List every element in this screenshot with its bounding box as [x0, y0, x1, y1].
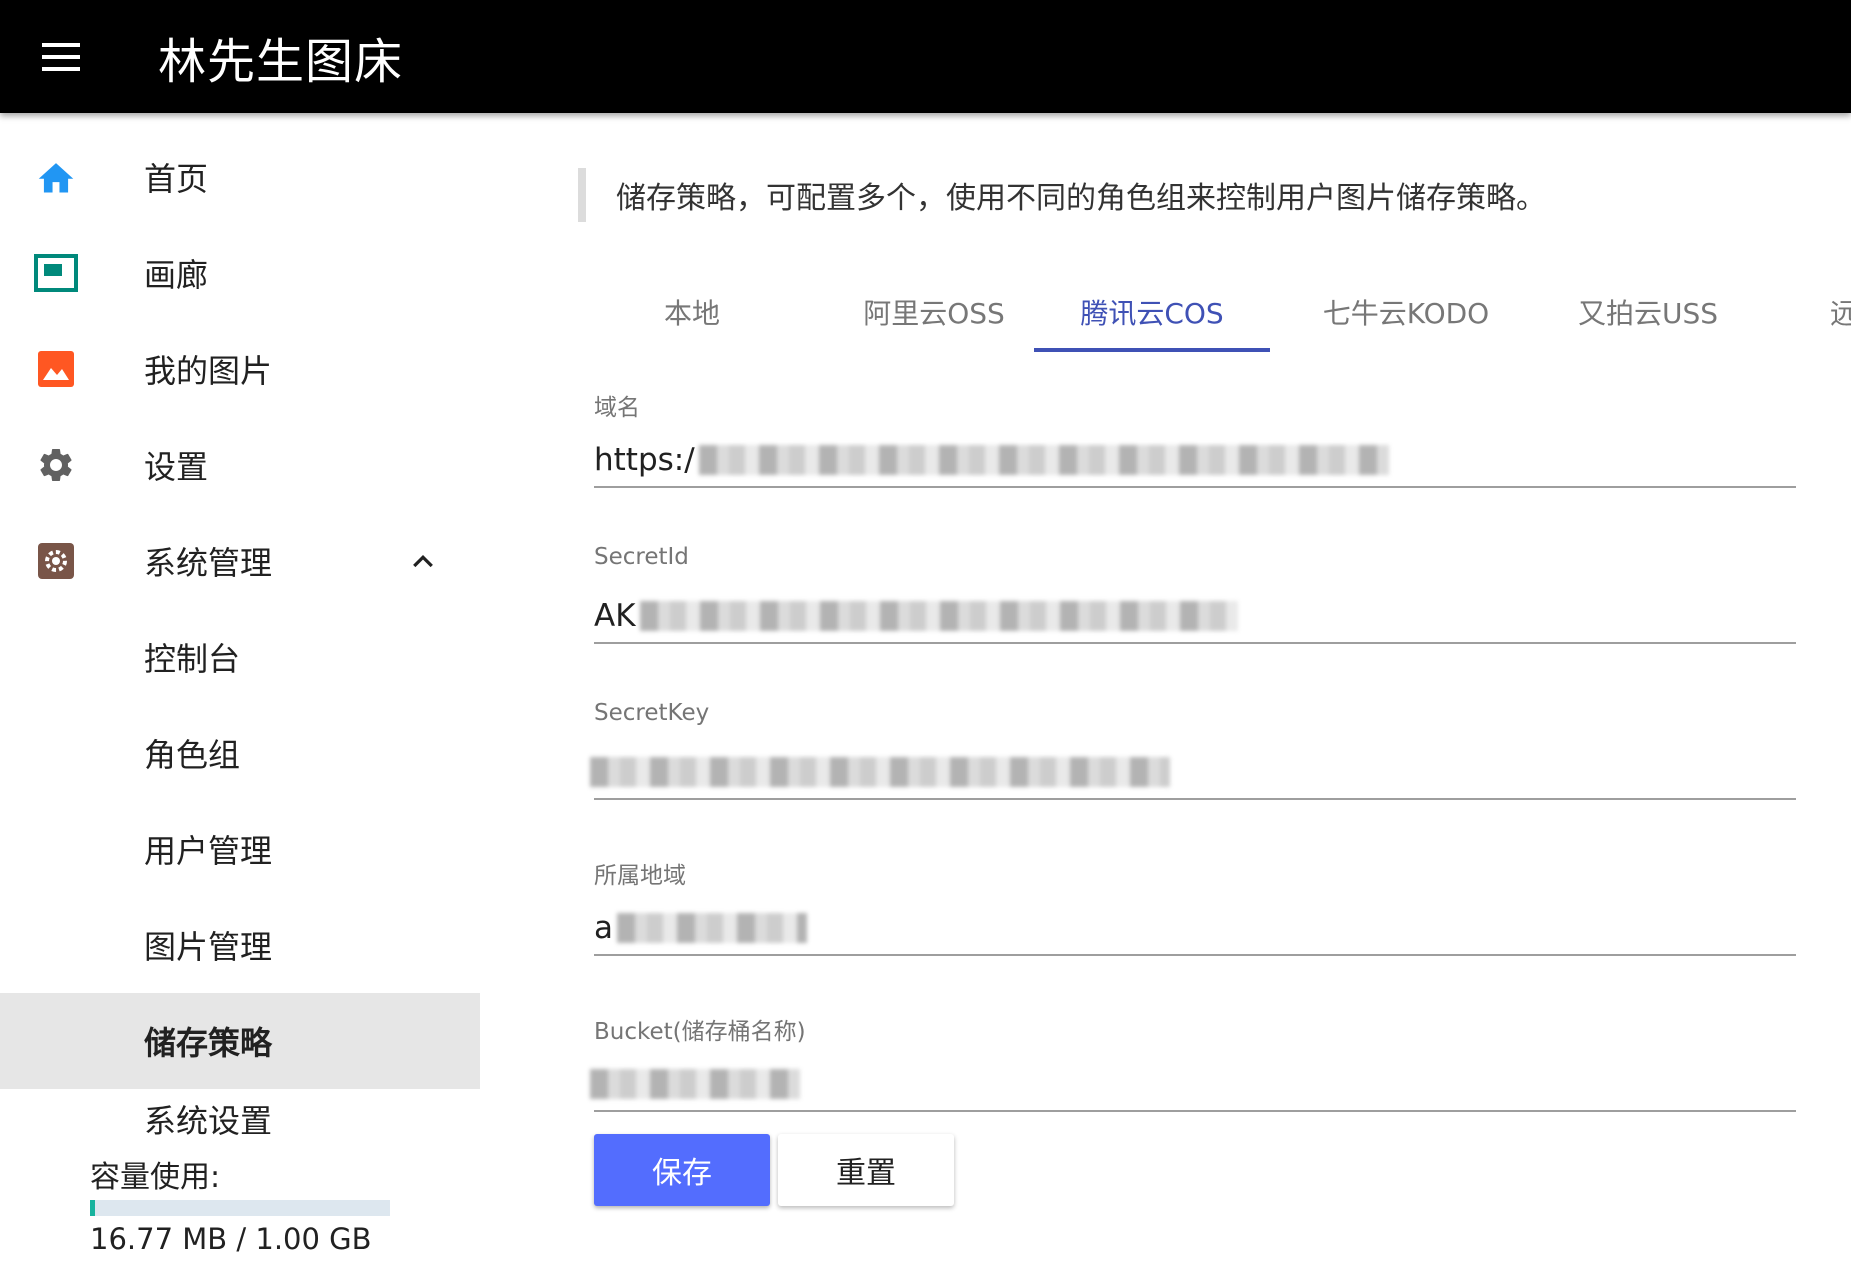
redacted-text: [590, 1069, 800, 1099]
sidebar-item-label: 控制台: [144, 640, 241, 678]
tab-local[interactable]: 本地: [592, 270, 792, 354]
secret-id-field: SecretId AK: [594, 544, 1796, 664]
secret-key-input[interactable]: [590, 750, 1796, 794]
sidebar-item-storage-policy[interactable]: 储存策略: [0, 993, 480, 1089]
storage-label: 容量使用:: [90, 1160, 221, 1195]
sidebar-item-settings[interactable]: 设置: [0, 417, 480, 513]
sidebar-item-gallery[interactable]: 画廊: [0, 225, 480, 321]
tab-aliyun-oss[interactable]: 阿里云OSS: [814, 270, 1054, 354]
admin-settings-icon: [34, 539, 78, 583]
sidebar-item-role-groups[interactable]: 角色组: [0, 705, 480, 801]
tab-remote[interactable]: 远: [1824, 270, 1851, 354]
secret-id-value: AK: [594, 598, 636, 634]
region-value: a: [594, 910, 613, 946]
domain-value: https:/: [594, 442, 695, 478]
region-input[interactable]: a: [594, 906, 1796, 950]
domain-input[interactable]: https:/: [594, 438, 1796, 482]
sidebar-item-system-admin[interactable]: 系统管理: [0, 513, 480, 609]
domain-label: 域名: [594, 395, 640, 421]
sidebar-item-my-images[interactable]: 我的图片: [0, 321, 480, 417]
tab-qiniu-kodo[interactable]: 七牛云KODO: [1286, 270, 1526, 354]
bucket-label: Bucket(储存桶名称): [594, 1019, 806, 1045]
redacted-text: [590, 757, 1170, 787]
field-underline: [594, 486, 1796, 488]
sidebar-item-label: 画廊: [144, 256, 209, 294]
sidebar: 首页 画廊 我的图片 设置 系统管理 控制台 角色组 用户管理 图片管理 储存策…: [0, 113, 480, 1265]
sidebar-item-label: 储存策略: [144, 1024, 273, 1062]
sidebar-item-label: 首页: [144, 160, 209, 198]
field-underline: [594, 642, 1796, 644]
sidebar-item-system-settings[interactable]: 系统设置: [0, 1089, 480, 1149]
field-underline: [594, 1110, 1796, 1112]
sidebar-item-label: 系统管理: [144, 544, 273, 582]
domain-field: 域名 https:/: [594, 388, 1796, 508]
tab-upyun-uss[interactable]: 又拍云USS: [1528, 270, 1768, 354]
secret-key-field: SecretKey: [590, 700, 1796, 820]
sidebar-item-label: 图片管理: [144, 928, 273, 966]
reset-button[interactable]: 重置: [778, 1134, 954, 1206]
app-title: 林先生图床: [158, 33, 404, 90]
home-icon: [34, 155, 78, 199]
image-icon: [34, 347, 78, 391]
sidebar-item-label: 系统设置: [144, 1102, 273, 1140]
storage-policy-notice: 储存策略，可配置多个，使用不同的角色组来控制用户图片储存策略。: [578, 168, 1546, 222]
storage-provider-tabs: 本地 阿里云OSS 腾讯云COS 七牛云KODO 又拍云USS 远: [592, 270, 1851, 354]
storage-usage-text: 16.77 MB / 1.00 GB: [90, 1222, 372, 1256]
bucket-input[interactable]: [590, 1062, 1796, 1106]
redacted-text: [617, 913, 807, 943]
sidebar-item-user-management[interactable]: 用户管理: [0, 801, 480, 897]
gallery-icon: [34, 251, 78, 295]
sidebar-item-home[interactable]: 首页: [0, 129, 480, 225]
storage-progress-fill: [90, 1200, 95, 1216]
app-bar: 林先生图床: [0, 0, 1851, 113]
sidebar-item-image-management[interactable]: 图片管理: [0, 897, 480, 993]
sidebar-item-label: 我的图片: [144, 352, 273, 390]
field-underline: [594, 798, 1796, 800]
sidebar-item-label: 角色组: [144, 736, 241, 774]
secret-key-label: SecretKey: [594, 700, 710, 726]
chevron-up-icon[interactable]: [408, 546, 438, 576]
sidebar-item-label: 用户管理: [144, 832, 273, 870]
menu-icon[interactable]: [42, 35, 86, 79]
gear-icon: [34, 443, 78, 487]
region-label: 所属地域: [594, 863, 686, 889]
field-underline: [594, 954, 1796, 956]
save-button[interactable]: 保存: [594, 1134, 770, 1206]
region-field: 所属地域 a: [594, 856, 1796, 976]
tab-tencent-cos[interactable]: 腾讯云COS: [1034, 270, 1270, 354]
active-tab-indicator: [1034, 348, 1270, 352]
redacted-text: [639, 601, 1238, 631]
storage-progress-bar: [90, 1200, 390, 1216]
bucket-field: Bucket(储存桶名称): [590, 1012, 1796, 1132]
redacted-text: [698, 445, 1389, 475]
secret-id-label: SecretId: [594, 544, 689, 570]
secret-id-input[interactable]: AK: [594, 594, 1796, 638]
sidebar-item-console[interactable]: 控制台: [0, 609, 480, 705]
sidebar-item-label: 设置: [144, 448, 209, 486]
